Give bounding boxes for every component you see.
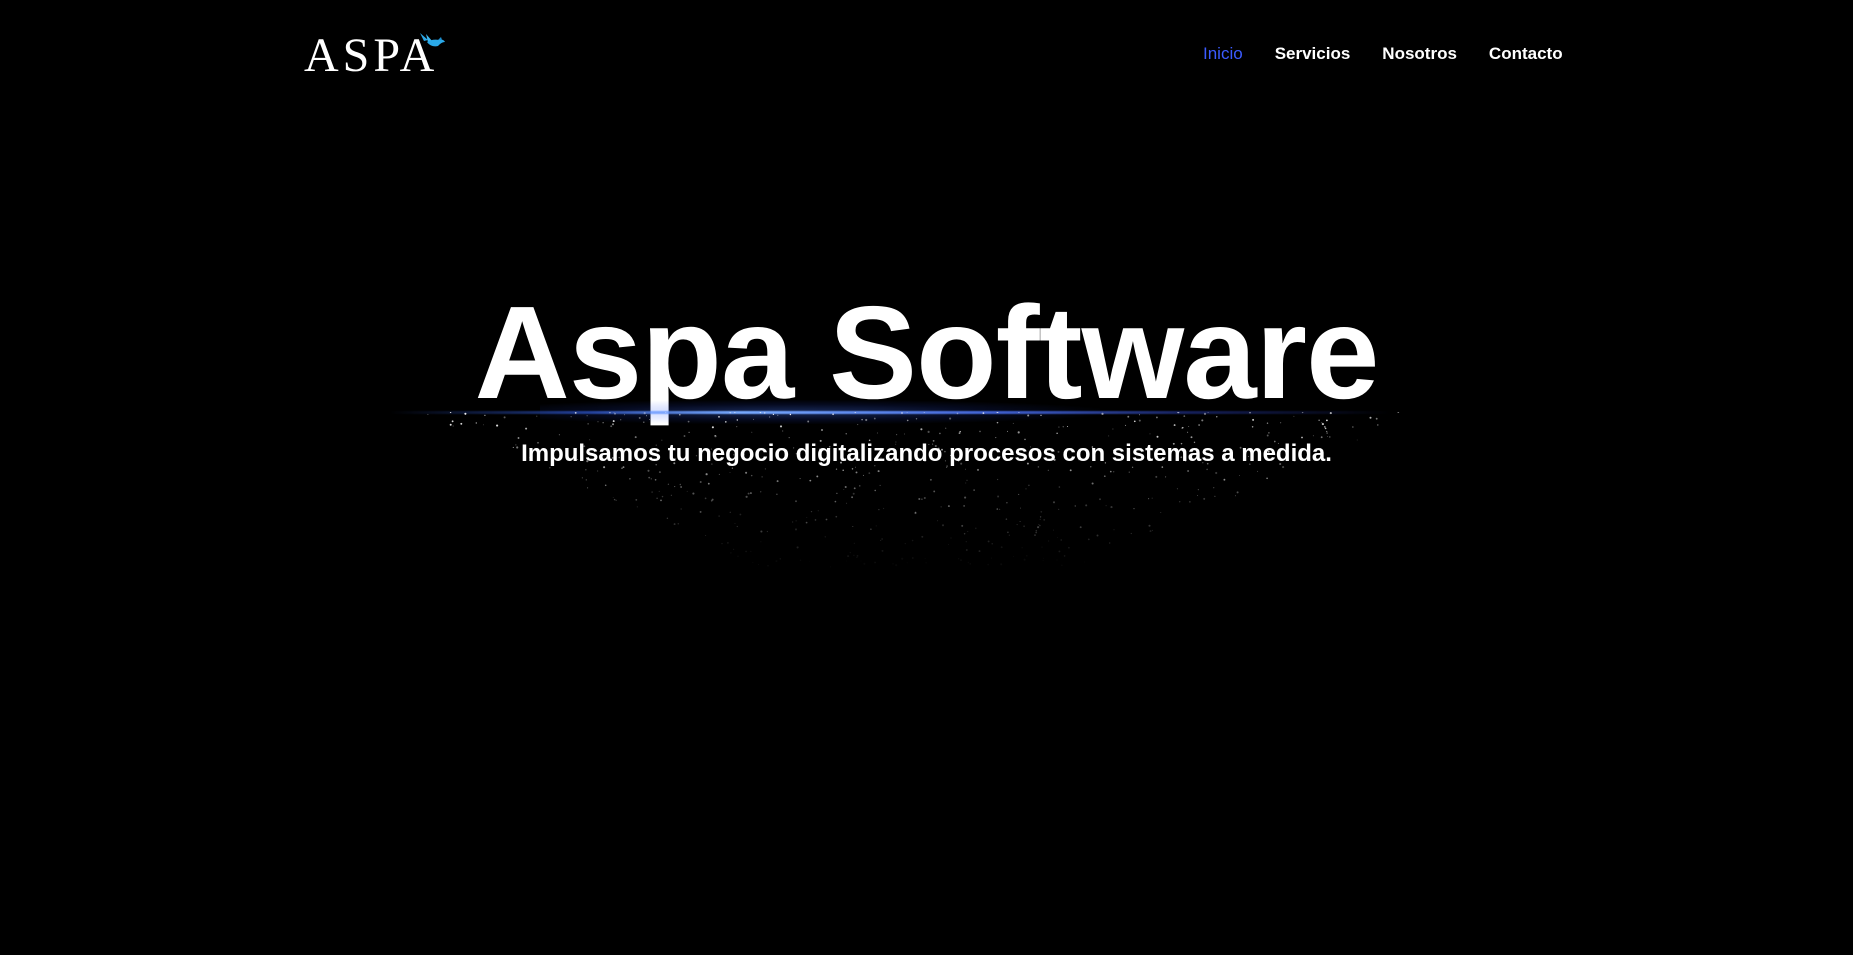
hero-section: Aspa Software Impulsamos tu negocio digi… bbox=[0, 0, 1853, 955]
hero-subtitle: Impulsamos tu negocio digitalizando proc… bbox=[521, 440, 1332, 467]
sparkles-effect bbox=[427, 412, 1400, 566]
